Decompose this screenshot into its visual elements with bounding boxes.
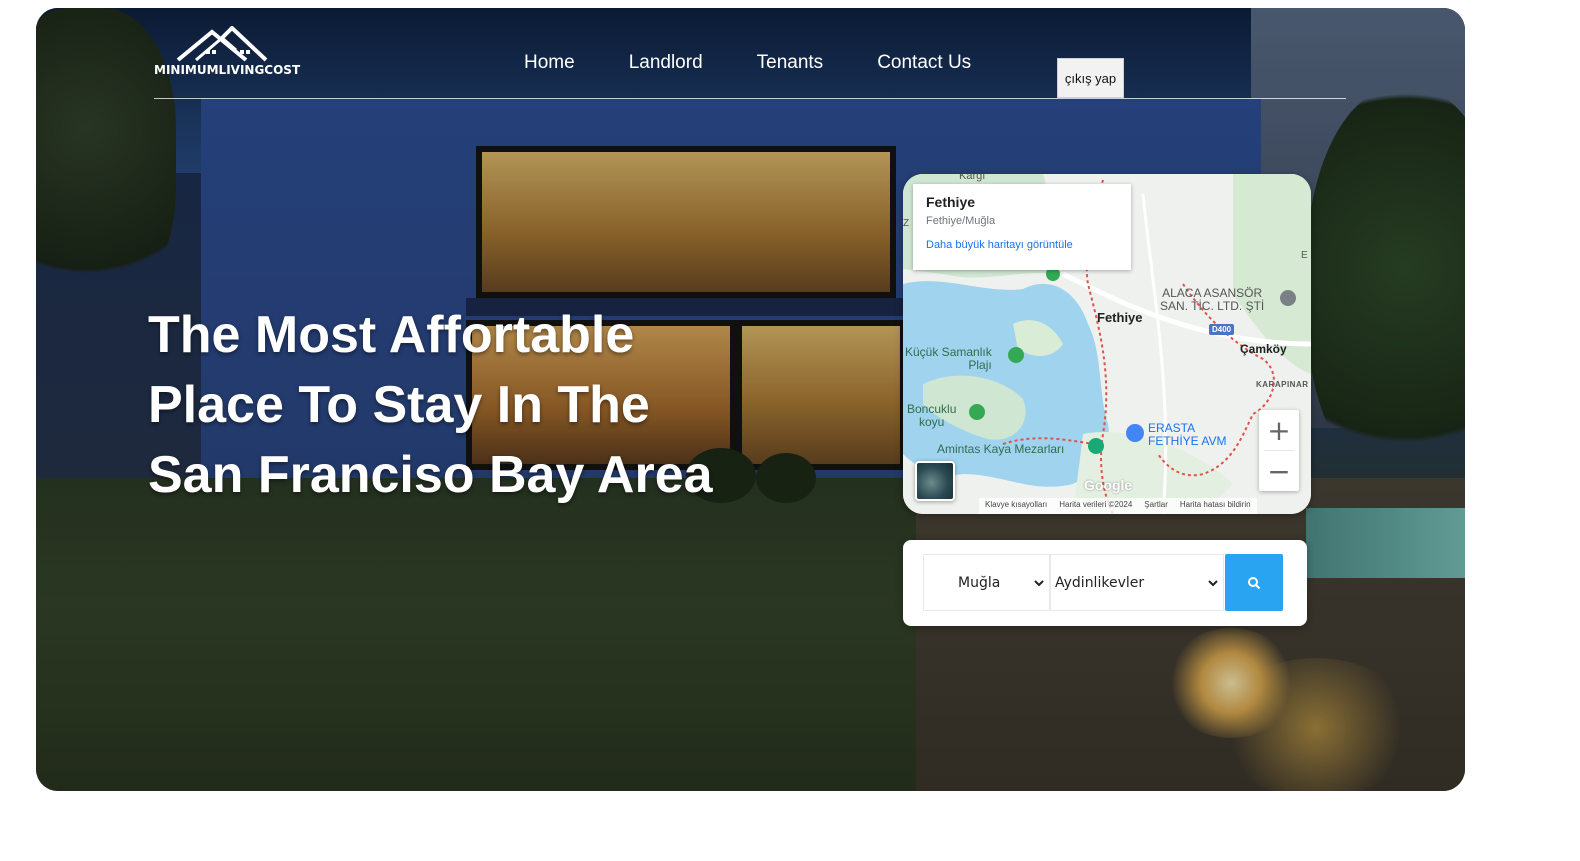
district-select-value: Aydinlikevler	[1055, 574, 1145, 591]
map-label-line: SAN. TİC. LTD. ŞTİ	[1160, 299, 1265, 313]
zoom-in-button[interactable]: +	[1259, 410, 1299, 450]
site-logo[interactable]: MINIMUMLIVINGCOST	[154, 26, 304, 82]
map-label-line: Plajı	[968, 358, 992, 372]
report-error-link[interactable]: Harita hatası bildirin	[1180, 500, 1251, 512]
map-label-amintas: Amintas Kaya Mezarları	[937, 442, 1065, 456]
location-search-card: Muğla Aydinlikevler	[903, 540, 1307, 626]
google-logo: Google	[1084, 477, 1133, 493]
province-select-value: Muğla	[958, 574, 1001, 591]
hero-headline: The Most Affortable Place To Stay In The…	[148, 300, 788, 510]
view-larger-map-link[interactable]: Daha büyük haritayı görüntüle	[926, 239, 1118, 251]
logo-text: MINIMUMLIVINGCOST	[154, 63, 301, 77]
satellite-toggle[interactable]	[915, 461, 955, 501]
main-nav: Home Landlord Tenants Contact Us	[524, 52, 971, 74]
headline-line-3: San Franciso Bay Area	[148, 446, 713, 504]
district-select[interactable]: Aydinlikevler	[1050, 554, 1224, 611]
terms-link[interactable]: Şartlar	[1144, 500, 1168, 512]
province-select[interactable]: Muğla	[923, 554, 1050, 611]
nav-tenants[interactable]: Tenants	[757, 52, 824, 74]
map-label-boncuklu: Boncuklu koyu	[907, 403, 956, 429]
map-label-fethiye: Fethiye	[1097, 310, 1143, 325]
chevron-down-icon	[1208, 580, 1218, 587]
map-label-kucuk-samanlik: Küçük Samanlık Plajı	[905, 346, 992, 372]
map-label-kargi: Kargı	[959, 174, 986, 182]
attraction-pin-icon	[1088, 438, 1104, 454]
map-attribution: Klavye kısayolları Harita verileri ©2024…	[979, 498, 1257, 514]
headline-line-2: Place To Stay In The	[148, 376, 650, 434]
map-zoom-control: + −	[1259, 410, 1299, 491]
map-label-camkoy: Çamköy	[1240, 342, 1287, 356]
map-label-line: FETHİYE AVM	[1148, 434, 1227, 448]
nav-contact-us[interactable]: Contact Us	[877, 52, 971, 74]
map-info-subtitle: Fethiye/Muğla	[926, 215, 996, 227]
beach-pin-icon	[969, 404, 985, 420]
map-label-edge-z: Z	[903, 218, 910, 229]
map-label-erasta: ERASTA FETHİYE AVM	[1148, 422, 1226, 448]
map-info-title: Fethiye	[926, 194, 976, 210]
headline-line-1: The Most Affortable	[148, 306, 635, 364]
search-icon	[1248, 576, 1261, 589]
chevron-down-icon	[1034, 580, 1044, 587]
search-button[interactable]	[1225, 554, 1283, 611]
hero-banner: MINIMUMLIVINGCOST Home Landlord Tenants …	[36, 8, 1465, 791]
shopping-pin-icon	[1126, 424, 1144, 442]
business-pin-icon	[1280, 290, 1296, 306]
map-info-card: Fethiye Fethiye/Muğla Daha büyük haritay…	[913, 184, 1131, 270]
map-label-karapinar: KARAPINAR	[1256, 380, 1309, 389]
map-data-text: Harita verileri ©2024	[1059, 500, 1133, 509]
header-divider	[154, 98, 1346, 99]
google-map[interactable]: Kargı Z E Fethiye Çamköy KARAPINAR Küçük…	[903, 174, 1311, 514]
map-label-alaca-asansor: ALACA ASANSÖR SAN. TİC. LTD. ŞTİ	[1160, 287, 1264, 313]
nav-home[interactable]: Home	[524, 52, 575, 74]
road-shield-d400: D400	[1209, 324, 1235, 335]
house-roof-icon	[176, 26, 268, 62]
map-label-line: koyu	[919, 415, 945, 429]
map-label-edge-e: E	[1301, 250, 1308, 261]
keyboard-shortcuts-link[interactable]: Klavye kısayolları	[985, 500, 1047, 512]
nav-landlord[interactable]: Landlord	[629, 52, 703, 74]
zoom-out-button[interactable]: −	[1259, 451, 1299, 491]
beach-pin-icon	[1008, 347, 1024, 363]
logout-button[interactable]: çıkış yap	[1057, 58, 1124, 98]
